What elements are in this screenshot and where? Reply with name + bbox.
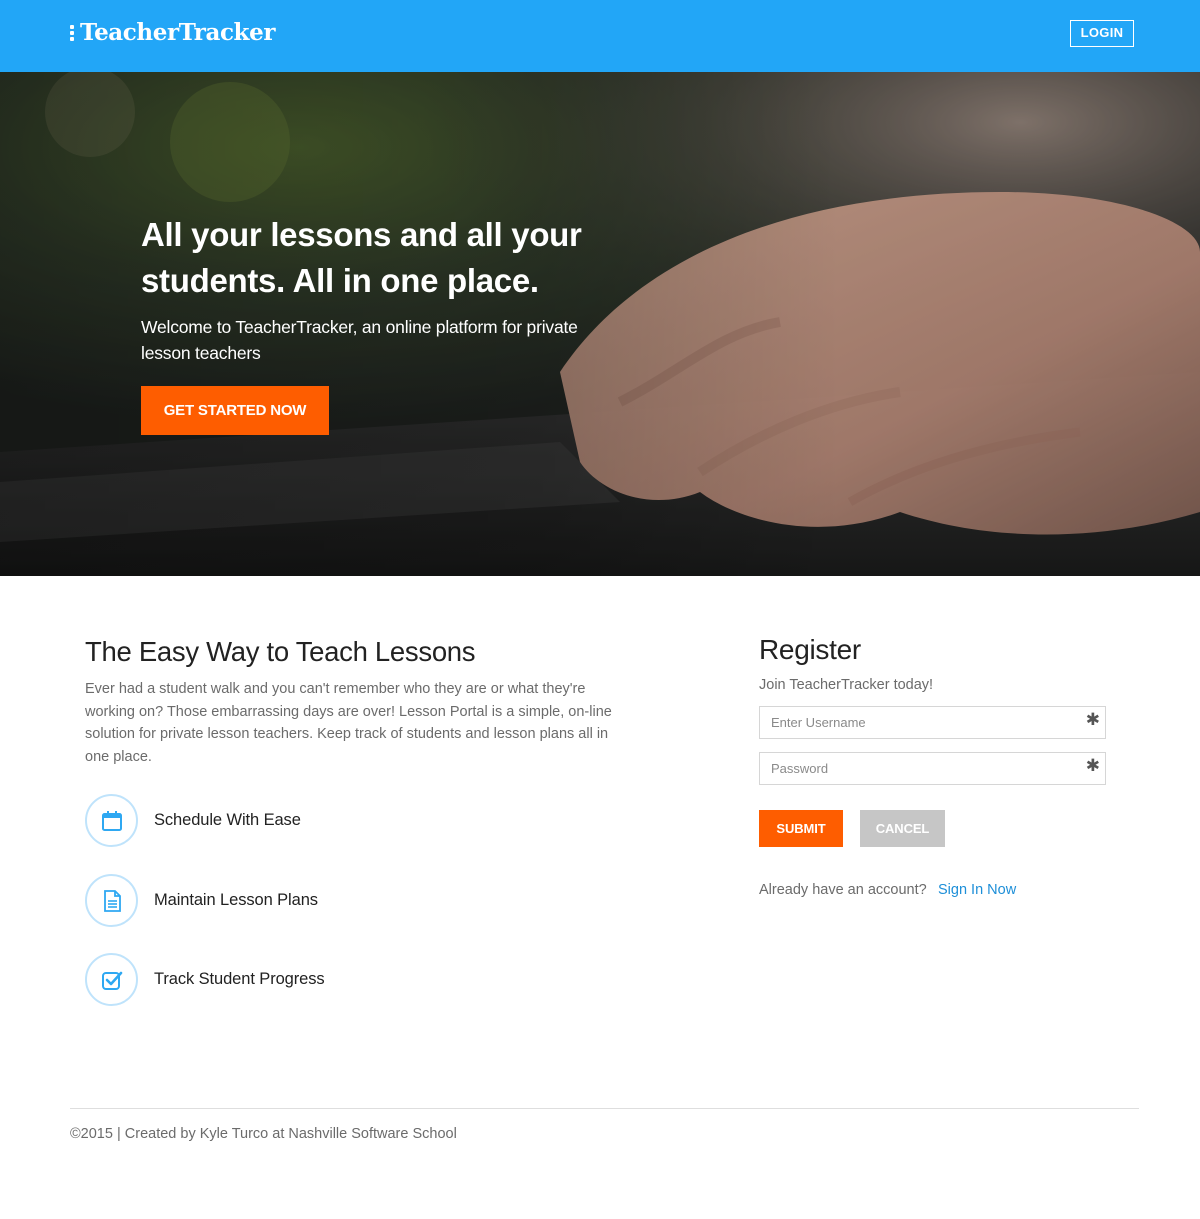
- features-description: Ever had a student walk and you can't re…: [85, 681, 612, 765]
- document-icon: [85, 874, 138, 927]
- required-asterisk-icon: ✱: [1085, 756, 1100, 775]
- cancel-button[interactable]: CANCEL: [860, 810, 945, 847]
- checkbox-icon: [85, 953, 138, 1006]
- footer-divider: [70, 1108, 1139, 1109]
- brand-name: TeacherTracker: [80, 19, 276, 46]
- hero-title: All your lessons and all your students. …: [141, 216, 582, 299]
- submit-button[interactable]: SUBMIT: [759, 810, 843, 847]
- feature-item-schedule: Schedule With Ease: [85, 794, 301, 847]
- top-navbar: TeacherTracker LOGIN: [0, 0, 1200, 72]
- required-asterisk-icon: ✱: [1085, 710, 1100, 729]
- username-input[interactable]: [760, 707, 1060, 737]
- feature-item-lesson-plans: Maintain Lesson Plans: [85, 874, 318, 927]
- hero-subtitle: Welcome to TeacherTracker, an online pla…: [141, 317, 578, 363]
- calendar-icon: [85, 794, 138, 847]
- already-account-text: Already have an account?: [759, 882, 927, 898]
- login-button[interactable]: LOGIN: [1070, 20, 1134, 47]
- feature-item-progress: Track Student Progress: [85, 953, 325, 1006]
- feature-label-schedule: Schedule With Ease: [154, 811, 301, 829]
- password-field: ✱: [759, 752, 1106, 785]
- hero-banner: All your lessons and all your students. …: [0, 72, 1200, 576]
- features-heading: The Easy Way to Teach Lessons: [85, 636, 476, 667]
- feature-label-progress: Track Student Progress: [154, 970, 325, 988]
- brand-logo[interactable]: TeacherTracker: [70, 19, 275, 46]
- logo-mark-icon: [70, 24, 74, 41]
- register-subtitle: Join TeacherTracker today!: [759, 677, 934, 693]
- register-heading: Register: [759, 634, 861, 665]
- password-input[interactable]: [760, 753, 1060, 783]
- sign-in-link[interactable]: Sign In Now: [938, 882, 1016, 898]
- get-started-button[interactable]: GET STARTED NOW: [141, 386, 329, 435]
- footer-copyright: ©2015 | Created by Kyle Turco at Nashvil…: [70, 1126, 457, 1142]
- username-field: ✱: [759, 706, 1106, 739]
- feature-label-lesson-plans: Maintain Lesson Plans: [154, 891, 318, 909]
